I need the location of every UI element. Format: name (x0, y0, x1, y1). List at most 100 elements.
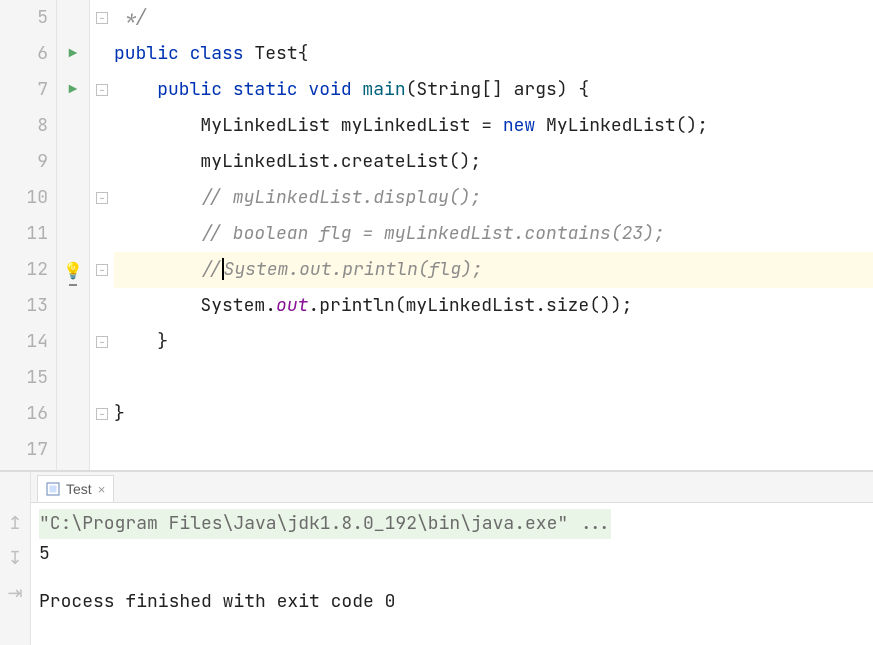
fold-handle (90, 108, 114, 144)
keyword: public (114, 42, 190, 65)
fold-handle (90, 288, 114, 324)
console-exit-line: Process finished with exit code 0 (39, 587, 865, 617)
run-config-icon (46, 482, 60, 496)
code-line[interactable]: // myLinkedList.display(); (114, 180, 873, 216)
code-line[interactable]: public class Test{ (114, 36, 873, 72)
gutter-icon-blank (57, 180, 89, 216)
command-text: "C:\Program Files\Java\jdk1.8.0_192\bin\… (39, 509, 611, 539)
run-method-icon[interactable]: ▶ (57, 72, 89, 108)
scroll-down-icon[interactable]: ↧ (7, 547, 22, 570)
indent (114, 294, 200, 317)
gutter-line[interactable]: 12 (0, 252, 56, 288)
gutter-icon-blank (57, 108, 89, 144)
code-text: System. (200, 294, 276, 317)
close-icon[interactable]: × (98, 482, 106, 497)
run-toolbar: ↥ ↧ ⇥ (0, 472, 31, 645)
code-line[interactable]: } (114, 396, 873, 432)
fold-handle[interactable]: – (90, 396, 114, 432)
gutter-line[interactable]: 17 (0, 432, 56, 468)
run-main: Test × "C:\Program Files\Java\jdk1.8.0_1… (31, 472, 873, 645)
code-text: } (114, 402, 125, 425)
gutter-line[interactable]: 9 (0, 144, 56, 180)
code-line[interactable] (114, 432, 873, 468)
gutter-icon-blank (57, 288, 89, 324)
comment-text: // boolean flg = myLinkedList.contains(2… (114, 222, 665, 245)
code-line[interactable]: */ (114, 0, 873, 36)
editor-area: 5 6 7 8 9 10 11 12 13 14 15 16 17 ▶ ▶ 💡 … (0, 0, 873, 471)
code-line-active[interactable]: //System.out.println(flg); (114, 252, 873, 288)
fold-handle[interactable]: – (90, 324, 114, 360)
run-tab-label: Test (66, 481, 92, 497)
scroll-up-icon[interactable]: ↥ (7, 512, 22, 535)
gutter-icon-blank (57, 216, 89, 252)
static-field: out (276, 294, 308, 317)
fold-handle (90, 360, 114, 396)
code-text: MyLinkedList myLinkedList = (200, 114, 502, 137)
gutter-icon-blank (57, 396, 89, 432)
bulb-underline (69, 284, 77, 286)
gutter-line[interactable]: 10 (0, 180, 56, 216)
comment-text: // (200, 258, 222, 281)
method-name: main (362, 78, 405, 101)
gutter-line[interactable]: 16 (0, 396, 56, 432)
gutter-icon-blank (57, 432, 89, 468)
gutter-line[interactable]: 11 (0, 216, 56, 252)
code-line[interactable]: } (114, 324, 873, 360)
comment-text: // myLinkedList.display(); (114, 186, 481, 209)
fold-handle (90, 432, 114, 468)
gutter-line[interactable]: 6 (0, 36, 56, 72)
keyword: new (503, 114, 546, 137)
code-text: MyLinkedList(); (546, 114, 708, 137)
lightbulb-icon: 💡 (63, 260, 83, 281)
code-line[interactable]: public static void main(String[] args) { (114, 72, 873, 108)
comment-text: */ (114, 6, 146, 29)
indent (114, 258, 200, 281)
code-line[interactable]: // boolean flg = myLinkedList.contains(2… (114, 216, 873, 252)
console-output-line: 5 (39, 539, 865, 569)
console-command-line: "C:\Program Files\Java\jdk1.8.0_192\bin\… (39, 509, 865, 539)
gutter-line[interactable]: 14 (0, 324, 56, 360)
gutter-line[interactable]: 8 (0, 108, 56, 144)
code-text: } (114, 330, 168, 353)
code-line[interactable] (114, 360, 873, 396)
code-text: (String[] args) { (406, 78, 590, 101)
gutter-line[interactable]: 15 (0, 360, 56, 396)
intention-bulb-icon[interactable]: 💡 (57, 252, 89, 288)
run-tabbar: Test × (31, 472, 873, 503)
keyword: public (157, 78, 233, 101)
fold-handle[interactable]: – (90, 0, 114, 36)
fold-handle (90, 216, 114, 252)
soft-wrap-icon[interactable]: ⇥ (7, 582, 22, 605)
comment-text: System.out.println(flg); (224, 258, 483, 281)
run-gutter: ▶ ▶ 💡 (57, 0, 90, 470)
gutter-line[interactable]: 13 (0, 288, 56, 324)
run-class-icon[interactable]: ▶ (57, 36, 89, 72)
gutter-line[interactable]: 7 (0, 72, 56, 108)
gutter-icon-blank (57, 324, 89, 360)
keyword: class (190, 42, 255, 65)
code-text: myLinkedList.createList(); (114, 150, 481, 173)
keyword: static (233, 78, 309, 101)
gutter-icon-blank (57, 144, 89, 180)
console-output[interactable]: "C:\Program Files\Java\jdk1.8.0_192\bin\… (31, 503, 873, 645)
code-line[interactable]: System.out.println(myLinkedList.size()); (114, 288, 873, 324)
code-text: .println(myLinkedList.size()); (308, 294, 632, 317)
code-line[interactable]: MyLinkedList myLinkedList = new MyLinked… (114, 108, 873, 144)
gutter-line[interactable]: 5 (0, 0, 56, 36)
fold-gutter: – – – – – – (90, 0, 114, 470)
indent (114, 114, 200, 137)
code-line[interactable]: myLinkedList.createList(); (114, 144, 873, 180)
class-name: Test{ (254, 42, 308, 65)
run-panel: ↥ ↧ ⇥ Test × "C:\Program Files\Java\jdk1… (0, 471, 873, 645)
indent (114, 78, 157, 101)
gutter: 5 6 7 8 9 10 11 12 13 14 15 16 17 (0, 0, 57, 470)
fold-handle (90, 144, 114, 180)
gutter-icon-blank (57, 0, 89, 36)
fold-handle (90, 36, 114, 72)
fold-handle[interactable]: – (90, 252, 114, 288)
fold-handle[interactable]: – (90, 72, 114, 108)
gutter-icon-blank (57, 360, 89, 396)
code-area[interactable]: */ public class Test{ public static void… (114, 0, 873, 470)
fold-handle[interactable]: – (90, 180, 114, 216)
run-tab-test[interactable]: Test × (37, 475, 114, 502)
